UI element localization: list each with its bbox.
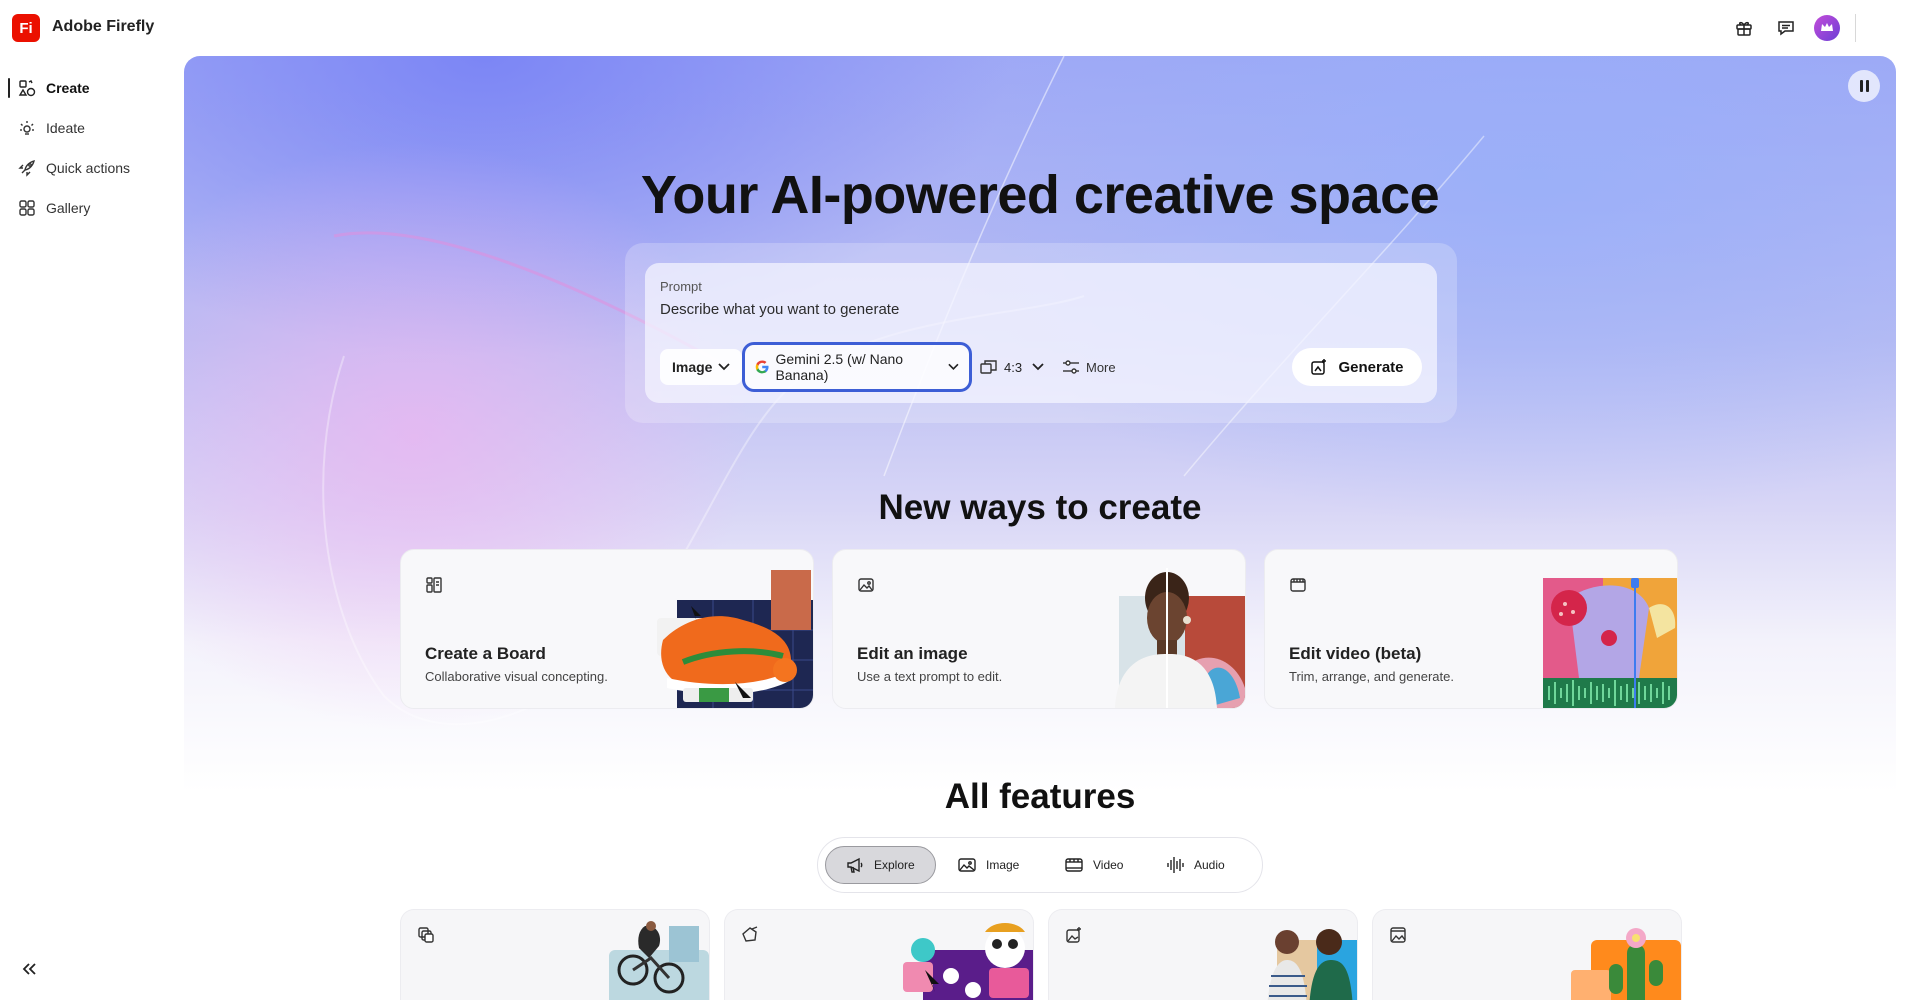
feature-card[interactable]: [724, 909, 1034, 1000]
collapse-sidebar-button[interactable]: [18, 958, 40, 980]
sidebar-item-gallery[interactable]: Gallery: [10, 192, 170, 224]
header-actions: [1730, 14, 1840, 42]
hero-title: Your AI-powered creative space: [640, 165, 1440, 225]
sidebar: Create Ideate Quick actions Gallery: [0, 56, 184, 1000]
tab-label: Video: [1093, 858, 1124, 872]
cactus-thumbnail: [1571, 928, 1681, 1000]
feature-card[interactable]: [1372, 909, 1682, 1000]
sneaker-collage-thumbnail: [657, 570, 813, 708]
prompt-input[interactable]: [660, 301, 1360, 318]
film-icon: [1290, 578, 1306, 592]
gift-icon[interactable]: [1730, 14, 1758, 42]
generate-image-icon: [1066, 927, 1081, 943]
film-image-icon: [1390, 927, 1406, 943]
sidebar-item-ideate[interactable]: Ideate: [10, 112, 170, 144]
chat-bubble-icon[interactable]: [1772, 14, 1800, 42]
generate-label: Generate: [1338, 358, 1404, 376]
google-g-icon: [755, 360, 769, 374]
sparkle-icon: [20, 121, 34, 135]
sidebar-item-label: Ideate: [46, 120, 85, 136]
prompt-card: Prompt Image Gemini 2.5 (w/ Nano Banana): [645, 263, 1437, 403]
aspect-ratio-value: 4:3: [1004, 359, 1023, 375]
fruit-video-thumbnail: [1543, 578, 1677, 708]
more-settings-button[interactable]: More: [1062, 349, 1116, 385]
pause-animation-button[interactable]: [1848, 70, 1880, 102]
grid-icon: [19, 200, 35, 216]
card-title: Create a Board: [425, 644, 546, 663]
sidebar-item-create[interactable]: Create: [8, 72, 170, 104]
create-icon: [18, 80, 36, 97]
create-board-card[interactable]: Create a Board Collaborative visual conc…: [400, 549, 814, 709]
crown-icon: [1821, 23, 1833, 31]
firefly-logo[interactable]: Fi: [12, 14, 40, 42]
content-type-value: Image: [672, 359, 713, 375]
prompt-controls: Image Gemini 2.5 (w/ Nano Banana) 4:3 Mo…: [660, 342, 1422, 392]
main-canvas: Your AI-powered creative space Prompt Im…: [184, 56, 1896, 1000]
aspect-ratio-icon: [980, 360, 997, 374]
top-bar: Fi Adobe Firefly: [0, 0, 1920, 56]
rocket-icon: [18, 160, 35, 177]
sidebar-item-label: Gallery: [46, 200, 91, 216]
new-ways-title: New ways to create: [878, 488, 1202, 527]
card-title: Edit video (beta): [1289, 644, 1422, 663]
tab-image[interactable]: Image: [938, 846, 1039, 884]
portrait-edit-thumbnail: [1115, 568, 1245, 708]
model-dropdown[interactable]: Gemini 2.5 (w/ Nano Banana): [742, 342, 972, 392]
film-icon: [1065, 858, 1083, 872]
sliders-icon: [1063, 360, 1079, 374]
app-title[interactable]: Adobe Firefly: [52, 18, 154, 36]
shape-edit-icon: [742, 926, 758, 942]
card-description: Collaborative visual concepting.: [425, 669, 608, 684]
tab-label: Audio: [1194, 858, 1225, 872]
tab-label: Image: [986, 858, 1020, 872]
tab-explore[interactable]: Explore: [825, 846, 936, 884]
sidebar-item-label: Quick actions: [46, 160, 131, 176]
two-people-thumbnail: [1267, 929, 1357, 1000]
image-icon: [958, 858, 976, 872]
card-title: Edit an image: [857, 644, 968, 663]
waveform-icon: [1167, 857, 1184, 873]
chevron-down-icon: [948, 363, 959, 370]
more-label: More: [1086, 359, 1116, 375]
card-description: Use a text prompt to edit.: [857, 669, 1003, 684]
aspect-ratio-dropdown[interactable]: 4:3: [980, 349, 1044, 385]
megaphone-icon: [847, 857, 863, 873]
avatar[interactable]: [1814, 15, 1840, 41]
board-icon: [426, 577, 442, 593]
model-value: Gemini 2.5 (w/ Nano Banana): [775, 351, 904, 383]
prompt-panel: Prompt Image Gemini 2.5 (w/ Nano Banana): [625, 243, 1457, 423]
double-chevron-left-icon: [22, 963, 36, 975]
feature-tabs: Explore Image Video Audio: [817, 837, 1263, 893]
card-description: Trim, arrange, and generate.: [1289, 669, 1454, 684]
chevron-down-icon: [1032, 363, 1044, 371]
panda-collage-thumbnail: [903, 923, 1033, 1000]
content-type-dropdown[interactable]: Image: [660, 349, 743, 385]
generate-button[interactable]: Generate: [1292, 348, 1422, 386]
prompt-label: Prompt: [660, 279, 702, 294]
tab-video[interactable]: Video: [1045, 846, 1143, 884]
sidebar-item-quick-actions[interactable]: Quick actions: [10, 152, 170, 184]
all-features-title: All features: [944, 777, 1136, 816]
feature-card[interactable]: [1048, 909, 1358, 1000]
generate-icon: [1311, 359, 1327, 375]
sidebar-item-label: Create: [46, 80, 90, 96]
tab-audio[interactable]: Audio: [1146, 846, 1245, 884]
chevron-down-icon: [718, 363, 731, 371]
feature-card[interactable]: [400, 909, 710, 1000]
tab-label: Explore: [874, 858, 915, 872]
edit-video-card[interactable]: Edit video (beta) Trim, arrange, and gen…: [1264, 549, 1678, 709]
header-divider: [1855, 14, 1856, 42]
edit-image-card[interactable]: Edit an image Use a text prompt to edit.: [832, 549, 1246, 709]
layers-icon: [418, 927, 434, 943]
image-icon: [858, 578, 874, 592]
bmx-rider-thumbnail: [609, 921, 709, 1000]
